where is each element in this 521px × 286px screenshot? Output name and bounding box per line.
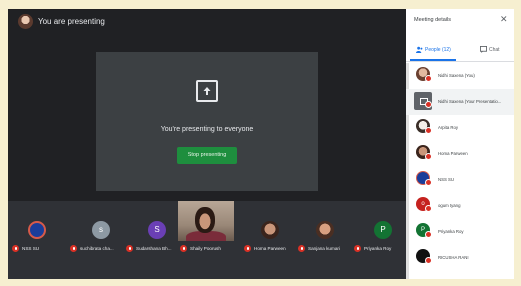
participant-name: Homa Parween (438, 151, 468, 156)
chat-icon (480, 46, 487, 53)
participant-name: ogum tyang (438, 203, 461, 208)
mic-off-icon (354, 245, 361, 252)
participant-name: NSS SU (22, 246, 40, 251)
mic-off-icon (126, 245, 133, 252)
mic-off-icon (425, 231, 432, 238)
participant-tile[interactable]: Homa Parween (242, 201, 294, 271)
participant-name: Nidhi Saxena (Your Presentatio... (438, 99, 502, 104)
meeting-stage: You are presenting You're presenting to … (8, 9, 406, 279)
mic-off-icon (180, 245, 187, 252)
mic-off-icon (298, 245, 305, 252)
participant-row[interactable]: Nidhi Saxena (You) (406, 63, 514, 89)
presenting-message: You're presenting to everyone (160, 126, 254, 133)
participant-tile[interactable]: S Sudarshana Bh... (122, 201, 178, 271)
mic-off-icon (12, 245, 19, 252)
participant-name: NSS SU (438, 177, 454, 182)
mic-off-icon (425, 179, 432, 186)
mic-off-icon (425, 75, 432, 82)
participant-name: Priyanka Roy (364, 246, 392, 251)
people-icon (416, 46, 423, 53)
present-to-all-icon (196, 80, 218, 102)
participant-name: Homa Parween (254, 246, 286, 251)
avatar: P (374, 221, 392, 239)
self-avatar (18, 14, 33, 29)
participant-name: Arpita Roy (438, 125, 459, 130)
participant-row[interactable]: RICUSHA RANI (406, 245, 514, 271)
participant-name: Sudarshana Bh... (136, 246, 172, 251)
tab-chat-label: Chat (489, 47, 500, 53)
mic-off-icon (425, 153, 432, 160)
mic-off-icon (425, 257, 432, 264)
top-bar: You are presenting (8, 9, 406, 35)
tab-chat[interactable]: Chat (460, 43, 514, 61)
avatar: S (148, 221, 166, 239)
participant-row[interactable]: o ogum tyang (406, 193, 514, 219)
participant-tile[interactable]: Sanjana kumari (296, 201, 348, 271)
mic-off-icon (425, 205, 432, 212)
avatar (28, 221, 46, 239)
close-icon[interactable]: ✕ (500, 15, 508, 24)
participant-tile[interactable]: Shaily Poorush (178, 201, 240, 271)
participant-row[interactable]: Nidhi Saxena (Your Presentatio... (406, 89, 514, 115)
participant-tile[interactable]: NSS SU (8, 201, 62, 271)
tab-people[interactable]: People (12) (406, 43, 460, 61)
participant-name: RICUSHA RANI (438, 255, 469, 260)
participant-name: Sanjana kumari (308, 246, 340, 251)
participant-row[interactable]: P Priyanka Roy (406, 219, 514, 245)
participant-row[interactable]: NSS SU (406, 167, 514, 193)
participant-tile[interactable]: P Priyanka Roy (350, 201, 406, 271)
avatar (316, 221, 334, 239)
panel-title: Meeting details (414, 17, 451, 23)
participant-name: Shaily Poorush (190, 246, 221, 251)
stop-presenting-button[interactable]: Stop presenting (177, 147, 237, 164)
participant-row[interactable]: Homa Parween (406, 141, 514, 167)
participant-tile[interactable]: s suchibrata cha... (64, 201, 120, 271)
tab-people-label: People (12) (425, 47, 451, 53)
presentation-card: You're presenting to everyone Stop prese… (96, 52, 318, 191)
mic-off-icon (425, 101, 432, 108)
participant-row[interactable]: Arpita Roy (406, 115, 514, 141)
divider (406, 61, 514, 62)
mic-off-icon (70, 245, 77, 252)
participant-video (178, 201, 234, 241)
meeting-details-panel: Meeting details ✕ People (12) Chat Nidhi… (406, 9, 514, 279)
video-person-face (195, 207, 215, 233)
participant-name: Priyanka Roy (438, 229, 464, 234)
participant-strip: NSS SU s suchibrata cha... S Sudarshana … (8, 201, 406, 279)
participant-name: Nidhi Saxena (You) (438, 73, 475, 78)
participant-name: suchibrata cha... (80, 246, 114, 251)
mic-off-icon (244, 245, 251, 252)
mic-off-icon (425, 127, 432, 134)
avatar (261, 221, 279, 239)
presenting-title: You are presenting (38, 17, 105, 26)
avatar: s (92, 221, 110, 239)
